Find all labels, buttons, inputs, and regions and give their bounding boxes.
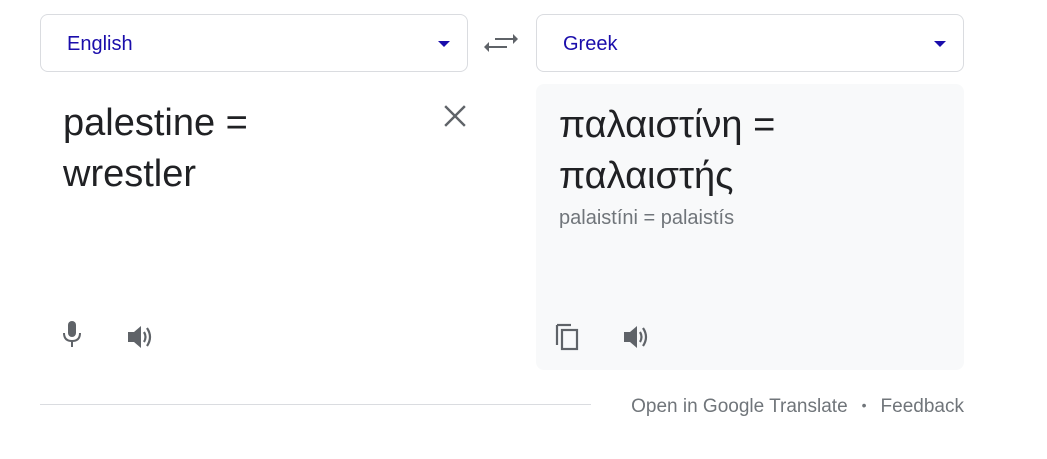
target-language-select[interactable]: Greek xyxy=(536,14,964,72)
open-in-google-translate-link[interactable]: Open in Google Translate xyxy=(631,396,848,417)
translation-panel: παλαιστίνη = παλαιστής palaistíni = pala… xyxy=(536,84,964,370)
translation-text-line: παλαιστής xyxy=(559,155,734,197)
translation-text-line: παλαιστίνη = xyxy=(559,104,776,146)
target-language-label: Greek xyxy=(563,33,618,55)
transliteration-text: palaistíni = palaistís xyxy=(559,207,735,229)
source-text-input[interactable]: palestine = wrestler xyxy=(63,98,423,200)
translate-widget: English Greek palestine = wrestler παλαι… xyxy=(0,0,1047,459)
source-language-label: English xyxy=(67,33,133,55)
chevron-down-icon xyxy=(438,41,450,47)
swap-languages-icon[interactable] xyxy=(483,29,519,57)
chevron-down-icon xyxy=(934,41,946,47)
speaker-icon[interactable] xyxy=(124,321,156,353)
translation-text: παλαιστίνη = παλαιστής xyxy=(559,100,939,202)
feedback-link[interactable]: Feedback xyxy=(881,396,964,417)
footer: Open in Google Translate • Feedback xyxy=(631,394,964,418)
microphone-icon[interactable] xyxy=(56,318,88,350)
footer-divider xyxy=(40,404,591,405)
source-text-line: palestine = xyxy=(63,102,248,144)
copy-icon[interactable] xyxy=(551,321,583,353)
source-language-select[interactable]: English xyxy=(40,14,468,72)
source-text-line: wrestler xyxy=(63,153,197,195)
close-icon[interactable] xyxy=(440,101,470,131)
speaker-icon[interactable] xyxy=(620,321,652,353)
footer-separator: • xyxy=(861,397,867,413)
